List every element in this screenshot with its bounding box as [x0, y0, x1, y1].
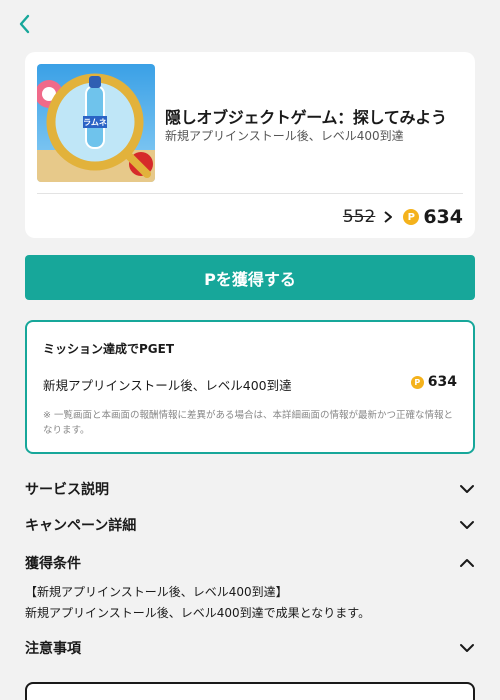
accordion-label: 獲得条件	[25, 556, 81, 572]
accordion-notes[interactable]: 注意事項	[25, 635, 475, 661]
mission-reward: P 634	[410, 374, 457, 390]
point-coin-icon: P	[403, 209, 420, 225]
mission-box: ミッション達成でPGET 新規アプリインストール後、レベル400到達 P 634…	[25, 320, 475, 454]
mission-title: ミッション達成でPGET	[43, 342, 175, 356]
chevron-down-icon	[460, 485, 474, 493]
accordion-label: キャンペーン詳細	[25, 518, 137, 534]
chevron-down-icon	[460, 521, 474, 529]
accordion-label: 注意事項	[25, 641, 81, 657]
svg-text:ラムネ: ラムネ	[83, 117, 107, 127]
old-price: 552	[342, 207, 376, 227]
accordion-label: サービス説明	[25, 482, 109, 498]
chevron-down-icon	[460, 644, 474, 652]
new-price: 634	[423, 206, 463, 228]
bottom-action-box[interactable]	[25, 682, 475, 700]
mission-points: 634	[427, 374, 457, 390]
divider	[37, 193, 463, 194]
back-button[interactable]	[14, 12, 36, 36]
chevron-left-icon	[19, 14, 30, 34]
accordion-conditions[interactable]: 獲得条件	[25, 550, 475, 576]
accordion-campaign[interactable]: キャンペーン詳細	[25, 512, 475, 538]
offer-card[interactable]: ラムネ 隠しオブジェクトゲーム：探してみよう 新規アプリインストール後、レベル4…	[25, 52, 475, 238]
point-coin-icon: P	[410, 375, 424, 389]
offer-title: 隠しオブジェクトゲーム：探してみよう	[165, 108, 447, 127]
app-thumbnail: ラムネ	[37, 64, 155, 182]
accordion-service[interactable]: サービス説明	[25, 476, 475, 502]
offer-subtitle: 新規アプリインストール後、レベル400到達	[165, 129, 404, 143]
chevron-right-icon	[384, 211, 393, 223]
price-row: 552 P 634	[343, 204, 463, 230]
mission-description: 新規アプリインストール後、レベル400到達	[43, 378, 292, 393]
conditions-heading: 【新規アプリインストール後、レベル400到達】	[25, 585, 288, 599]
chevron-up-icon	[460, 559, 474, 567]
conditions-text: 新規アプリインストール後、レベル400到達で成果となります。	[25, 606, 371, 620]
mission-note: ※ 一覧画面と本画面の報酬情報に差異がある場合は、本詳細画面の情報が最新かつ正確…	[43, 410, 453, 436]
get-points-button[interactable]: Pを獲得する	[25, 255, 475, 300]
